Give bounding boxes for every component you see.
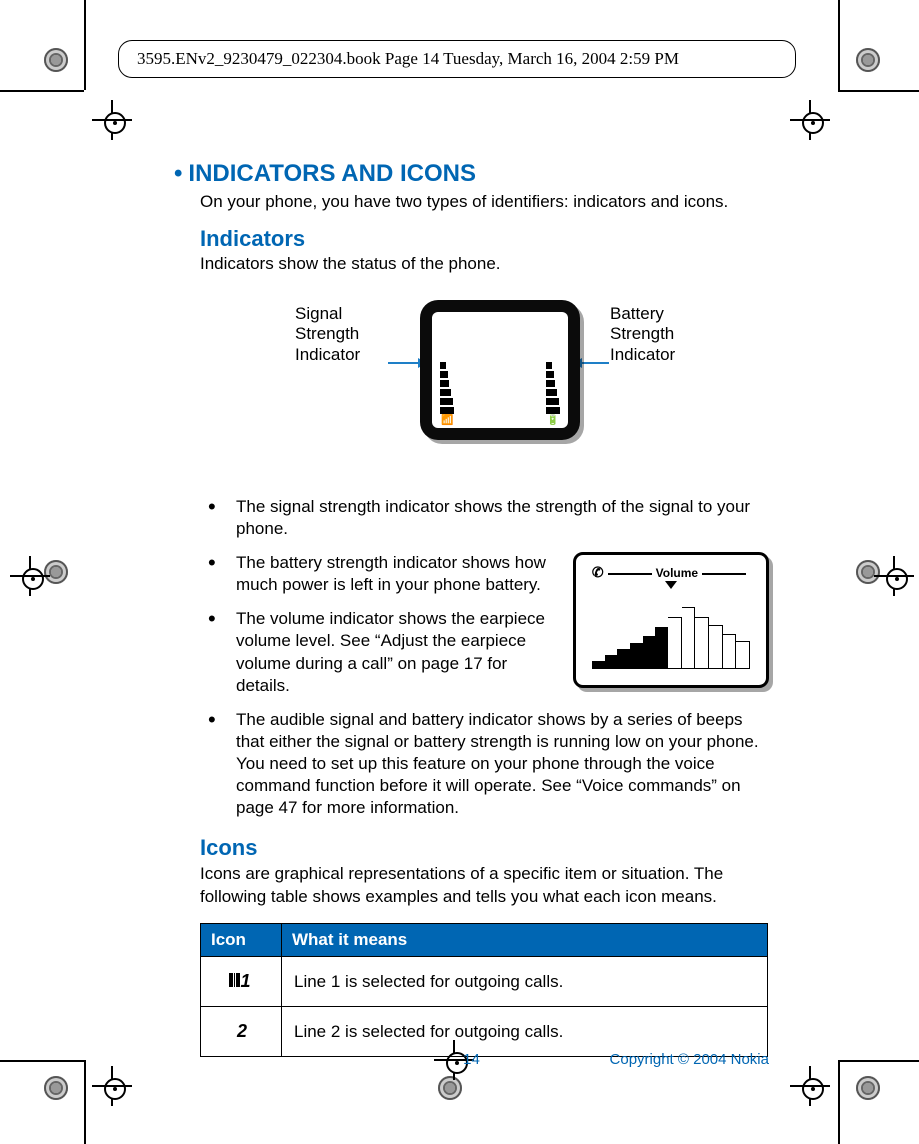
reg-cross-icon [794, 1070, 826, 1102]
bullet-icon: • [174, 160, 182, 187]
phone-handset-icon: ✆ [592, 564, 604, 580]
reg-circle-icon [856, 1076, 880, 1100]
indicators-heading: Indicators [200, 226, 769, 252]
crop-mark-icon [84, 1060, 86, 1144]
icon-meaning-table: Icon What it means 1 Line 1 is selected … [200, 923, 768, 1057]
reg-circle-icon [44, 560, 68, 584]
reg-circle-icon [438, 1076, 462, 1100]
volume-title: ✆ Volume [576, 563, 766, 582]
reg-circle-icon [856, 48, 880, 72]
chevron-down-icon [665, 581, 677, 589]
crop-mark-icon [838, 1060, 840, 1144]
table-row: 2 Line 2 is selected for outgoing calls. [201, 1007, 768, 1057]
battery-icon: 🔋 [547, 415, 559, 426]
reg-cross-icon [794, 104, 826, 136]
list-item: The signal strength indicator shows the … [200, 490, 769, 546]
col-header-meaning: What it means [282, 924, 768, 957]
col-header-icon: Icon [201, 924, 282, 957]
page-footer: 14 Copyright © 2004 Nokia [174, 1051, 769, 1068]
section-title: INDICATORS AND ICONS [188, 160, 476, 187]
arrow-right-icon [388, 362, 418, 364]
arrow-left-icon [582, 362, 609, 364]
indicator-bullet-list: The signal strength indicator shows the … [200, 490, 769, 825]
list-item-text: The battery strength indicator shows how… [236, 553, 546, 594]
crop-mark-icon [0, 90, 84, 92]
volume-label: Volume [656, 566, 698, 580]
phone-indicators-figure: Signal Strength Indicator Battery Streng… [200, 300, 720, 470]
table-header-row: Icon What it means [201, 924, 768, 957]
crop-mark-icon [838, 0, 840, 90]
reg-cross-icon [96, 1070, 128, 1102]
section-intro: On your phone, you have two types of ide… [200, 192, 769, 212]
crop-mark-icon [84, 0, 86, 90]
battery-bars-icon [546, 362, 560, 414]
battery-strength-label: Battery Strength Indicator [610, 304, 700, 365]
reg-cross-icon [878, 560, 910, 592]
reg-cross-icon [14, 560, 46, 592]
icon-meaning: Line 1 is selected for outgoing calls. [282, 957, 768, 1007]
page-content: •INDICATORS AND ICONS On your phone, you… [174, 160, 769, 1057]
list-item: ✆ Volume The battery strength indicator s… [200, 546, 769, 602]
list-item: The audible signal and battery indicator… [200, 703, 769, 825]
icons-heading: Icons [200, 835, 769, 861]
reg-circle-icon [44, 1076, 68, 1100]
antenna-icon: 📶 [441, 415, 453, 426]
crop-mark-icon [838, 90, 919, 92]
reg-cross-icon [96, 104, 128, 136]
section-heading: •INDICATORS AND ICONS [174, 160, 769, 188]
copyright: Copyright © 2004 Nokia [610, 1051, 769, 1068]
icons-intro: Icons are graphical representations of a… [200, 863, 769, 909]
crop-mark-icon [0, 1060, 84, 1062]
line-2-icon: 2 [201, 1007, 282, 1057]
icon-meaning: Line 2 is selected for outgoing calls. [282, 1007, 768, 1057]
page-number: 14 [463, 1051, 480, 1068]
reg-circle-icon [44, 48, 68, 72]
phone-screen-illustration: 📶 🔋 [420, 300, 580, 440]
crop-mark-icon [838, 1060, 919, 1062]
list-item: The volume indicator shows the earpiece … [200, 602, 769, 702]
signal-bars-icon [440, 362, 454, 414]
reg-circle-icon [856, 560, 880, 584]
line-1-icon: 1 [201, 957, 282, 1007]
signal-strength-label: Signal Strength Indicator [295, 304, 385, 365]
table-row: 1 Line 1 is selected for outgoing calls. [201, 957, 768, 1007]
indicators-intro: Indicators show the status of the phone. [200, 254, 769, 274]
document-source-header: 3595.ENv2_9230479_022304.book Page 14 Tu… [118, 40, 796, 78]
